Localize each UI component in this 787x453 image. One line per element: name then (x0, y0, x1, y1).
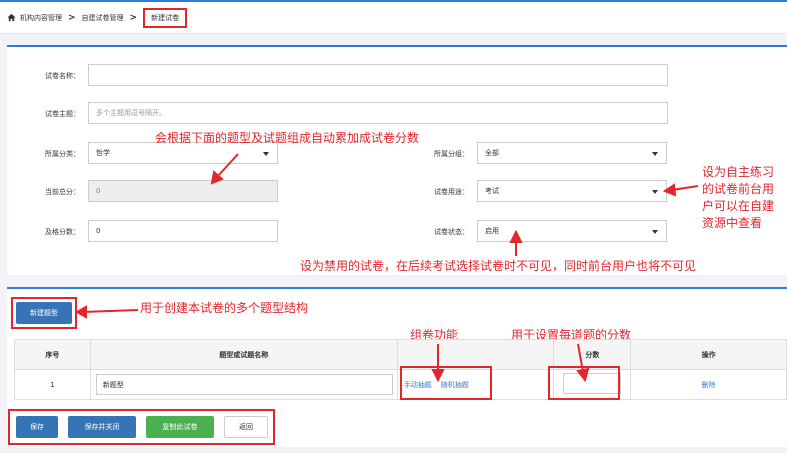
column-header-score: 分数 (553, 339, 632, 370)
column-header-index: 序号 (14, 339, 91, 370)
status-select-value: 启用 (485, 227, 499, 235)
row-name-cell: 新题型 (89, 369, 398, 400)
annotation-usage-line: 户可以在自建 (702, 199, 775, 213)
category-label: 所属分类： (45, 150, 80, 158)
paper-subject-input[interactable]: 多个主题用逗号隔开。 (88, 102, 668, 124)
annotation-status: 设为禁用的试卷，在后续考试选择试卷时不可见，同时前台用户也将不可见 (300, 259, 697, 273)
column-header-compose (396, 339, 555, 370)
chevron-down-icon (263, 152, 269, 156)
total-score-input: 0 (88, 180, 278, 202)
row-action-cell: 删除 (630, 369, 787, 400)
usage-label: 试卷用途： (434, 188, 469, 196)
annotation-total-score: 会根据下面的题型及试题组成自动累加成试卷分数 (155, 131, 420, 145)
row-index: 1 (14, 369, 91, 400)
group-label: 所属分组： (434, 150, 469, 158)
paper-subject-label: 试卷主题： (45, 110, 80, 118)
annotation-new-type: 用于创建本试卷的多个题型结构 (140, 301, 309, 315)
highlight-footer-buttons (8, 409, 275, 445)
chevron-down-icon (652, 190, 658, 194)
table-header-row: 序号 题型或试题名称 分数 操作 (14, 339, 787, 370)
paper-name-label: 试卷名称： (45, 72, 80, 80)
column-header-action: 操作 (630, 339, 787, 370)
chevron-down-icon (652, 230, 658, 234)
pass-score-input[interactable]: 0 (88, 220, 278, 242)
highlight-new-type (11, 297, 77, 329)
group-select-value: 全部 (485, 149, 499, 157)
annotation-usage-line: 的试卷前台用 (702, 182, 775, 196)
usage-select[interactable]: 考试 (477, 180, 667, 202)
breadcrumb-item-papers[interactable]: 自建试卷管理 (82, 13, 124, 23)
annotation-usage: 设为自主练习 的试卷前台用 户可以在自建 资源中查看 (702, 164, 774, 232)
breadcrumb-separator-icon: > (68, 12, 76, 23)
pass-score-label: 及格分数： (45, 228, 80, 236)
delete-link[interactable]: 删除 (702, 381, 716, 389)
breadcrumb-item-org[interactable]: 机构内容管理 (20, 13, 62, 23)
home-icon[interactable] (7, 13, 16, 22)
breadcrumb-separator-icon: > (129, 12, 138, 23)
usage-select-value: 考试 (485, 187, 499, 195)
column-header-name: 题型或试题名称 (89, 339, 398, 370)
group-select[interactable]: 全部 (477, 142, 667, 164)
paper-name-input[interactable] (88, 64, 668, 86)
highlight-compose (400, 366, 492, 400)
annotation-usage-line: 资源中查看 (702, 216, 763, 230)
category-select-value: 哲学 (96, 149, 110, 157)
question-type-name-input[interactable]: 新题型 (95, 374, 393, 395)
chevron-down-icon (652, 152, 658, 156)
status-select[interactable]: 启用 (477, 220, 667, 242)
annotation-usage-line: 设为自主练习 (702, 165, 775, 179)
breadcrumb-item-current: 新建试卷 (143, 7, 188, 28)
status-label: 试卷状态： (434, 228, 469, 236)
highlight-score (548, 366, 620, 400)
total-score-label: 当前总分： (45, 188, 80, 196)
breadcrumb: 机构内容管理 > 自建试卷管理 > 新建试卷 (0, 2, 787, 34)
